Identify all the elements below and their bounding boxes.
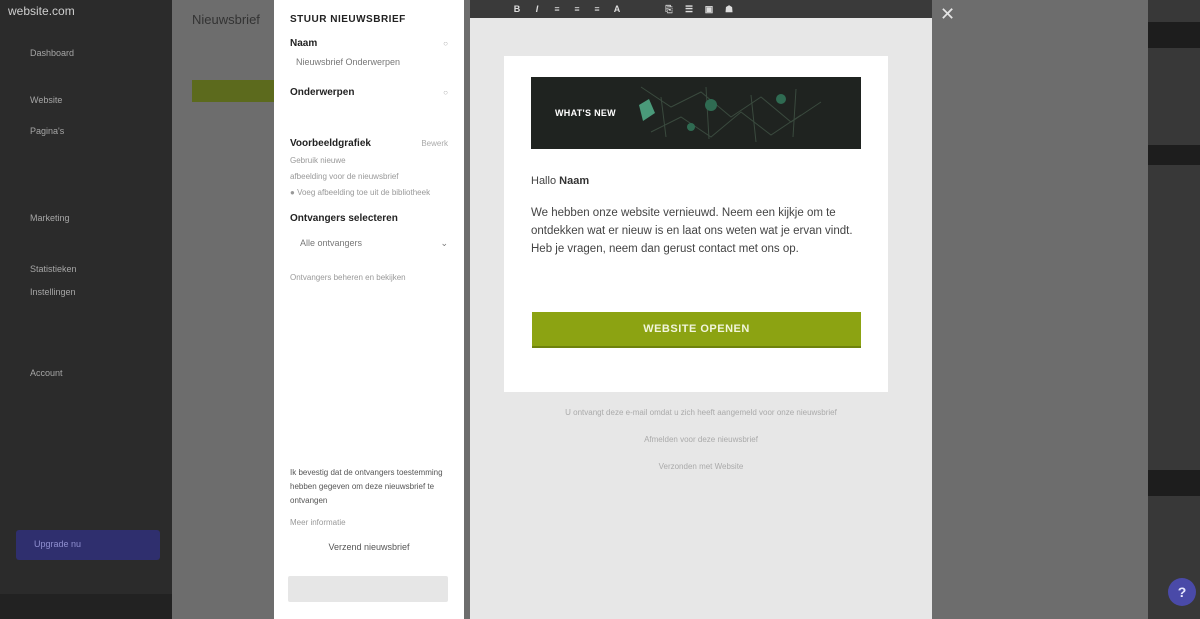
send-button[interactable] <box>288 576 448 602</box>
background-right-box <box>1148 22 1200 48</box>
open-website-label: WEBSITE OPENEN <box>643 323 750 335</box>
background-bottom-bar <box>0 594 172 619</box>
greeting-name-tag: Naam <box>559 175 590 187</box>
background-nav-item: Dashboard <box>30 48 75 58</box>
unsubscribe-link[interactable]: Afmelden voor deze nieuwsbrief <box>470 435 932 444</box>
background-right-box <box>1148 470 1200 496</box>
email-banner-image[interactable]: WHAT'S NEW <box>531 77 861 149</box>
bold-icon[interactable]: B <box>512 4 522 14</box>
newsletter-settings-panel: STUUR NIEUWSBRIEF Naam ○ Nieuwsbrief Ond… <box>274 0 464 619</box>
subject-info-icon: ○ <box>443 88 448 97</box>
panel-title: STUUR NIEUWSBRIEF <box>290 14 406 25</box>
background-nav-item: Website <box>30 95 63 105</box>
close-icon[interactable]: ✕ <box>940 4 955 25</box>
email-footer-line: Verzonden met Website <box>658 462 744 471</box>
background-nav-item: Instellingen <box>30 287 76 297</box>
email-greeting[interactable]: Hallo Naam <box>531 175 589 187</box>
upload-icon: ● <box>290 188 295 197</box>
user-icon[interactable]: ☗ <box>724 4 734 15</box>
align-left-icon[interactable]: ≡ <box>552 4 562 14</box>
preview-option[interactable]: Gebruik nieuwe <box>290 153 448 169</box>
background-logo: website.com <box>8 4 75 18</box>
email-footer-line: U ontvangt deze e-mail omdat u zich heef… <box>565 408 837 417</box>
background-nav-item: Pagina's <box>30 126 65 136</box>
italic-icon[interactable]: I <box>532 4 542 14</box>
background-sidebar: website.com Dashboard Website Pagina's M… <box>0 0 172 619</box>
name-input[interactable]: Nieuwsbrief Onderwerpen <box>290 57 448 67</box>
recipients-label: Ontvangers selecteren <box>290 213 398 224</box>
background-upgrade-label: Upgrade nu <box>34 539 82 549</box>
preview-option[interactable]: afbeelding voor de nieuwsbrief <box>290 169 448 185</box>
confirm-checkbox-text[interactable]: Ik bevestig dat de ontvangers toestemmin… <box>290 466 450 508</box>
help-button[interactable]: ? <box>1168 578 1196 606</box>
align-center-icon[interactable]: ≡ <box>572 4 582 14</box>
send-label: Verzend nieuwsbrief <box>328 542 410 552</box>
font-icon[interactable]: A <box>612 4 622 14</box>
name-label: Naam <box>290 38 318 49</box>
email-body-text[interactable]: We hebben onze website vernieuwd. Neem e… <box>531 204 861 258</box>
preview-option[interactable]: ● Voeg afbeelding toe uit de bibliotheek <box>290 185 448 201</box>
name-info-icon: ○ <box>443 39 448 48</box>
background-upgrade-button: Upgrade nu <box>16 530 160 560</box>
email-preview-area: WHAT'S NEW Hallo Naam We hebben onze web… <box>470 18 932 619</box>
subject-label: Onderwerpen <box>290 87 355 98</box>
background-nav-item: Marketing <box>30 213 70 223</box>
more-info-link[interactable]: Meer informatie <box>290 518 346 527</box>
background-right-strip <box>1148 0 1200 619</box>
background-green-bar <box>192 80 277 102</box>
email-card: WHAT'S NEW Hallo Naam We hebben onze web… <box>504 56 888 392</box>
recipients-select[interactable]: Alle ontvangers ⌄ <box>290 238 448 249</box>
link-icon[interactable]: ⎘ <box>664 4 674 15</box>
background-right-box <box>1148 145 1200 165</box>
list-icon[interactable]: ☰ <box>684 4 694 15</box>
background-nav-item: Account <box>30 368 63 378</box>
banner-text: WHAT'S NEW <box>555 108 616 118</box>
preview-image-label: Voorbeeldgrafiek <box>290 138 371 149</box>
image-icon[interactable]: ▣ <box>704 4 714 15</box>
preview-edit-link[interactable]: Bewerk <box>421 139 448 148</box>
editor-toolbar: B I ≡ ≡ ≡ A ⎘ ☰ ▣ ☗ <box>470 0 932 18</box>
recipients-manage-link[interactable]: Ontvangers beheren en bekijken <box>290 273 448 282</box>
background-nav-item: Statistieken <box>30 264 77 274</box>
background-page-title: Nieuwsbrief <box>192 12 260 27</box>
chevron-down-icon: ⌄ <box>440 238 448 248</box>
align-right-icon[interactable]: ≡ <box>592 4 602 14</box>
open-website-button[interactable]: WEBSITE OPENEN <box>532 312 861 348</box>
